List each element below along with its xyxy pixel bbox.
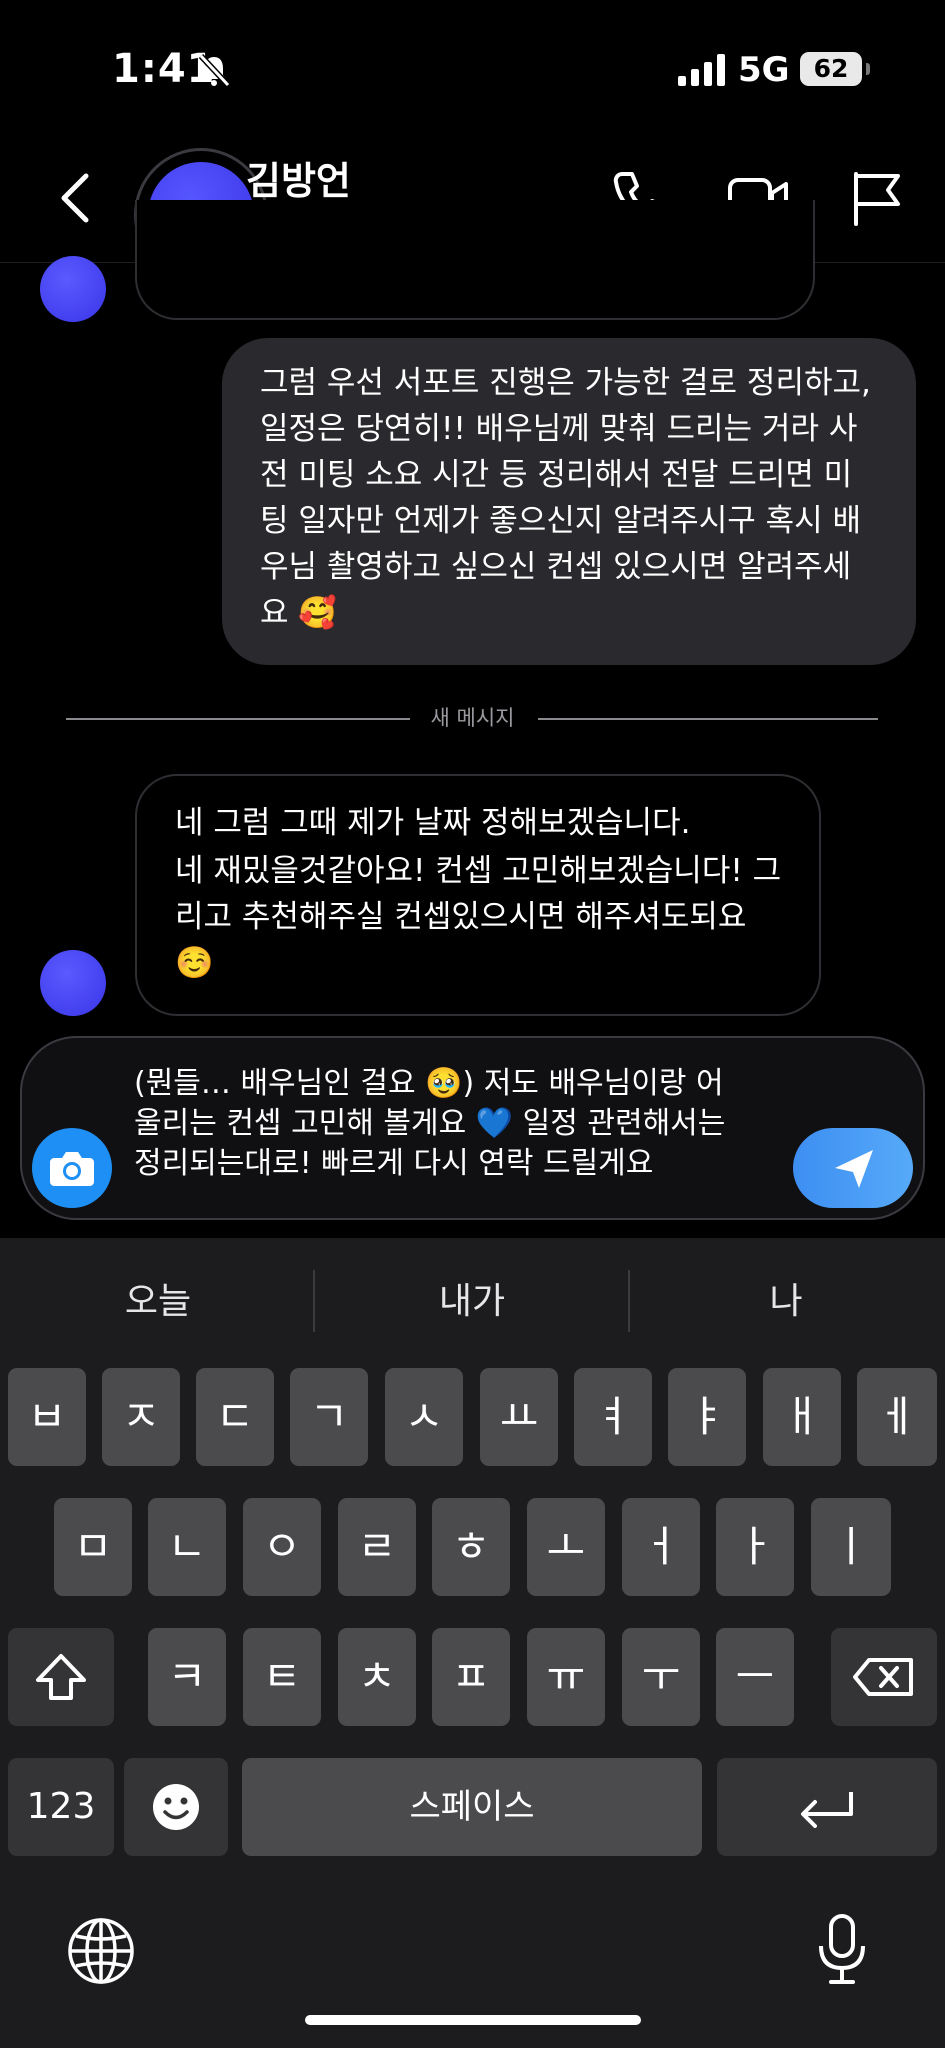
key[interactable]: ㄹ — [338, 1498, 416, 1596]
suggestion-separator — [628, 1270, 630, 1332]
camera-button[interactable] — [32, 1128, 112, 1208]
flag-icon[interactable] — [844, 166, 908, 230]
send-button[interactable] — [793, 1128, 913, 1208]
suggestion[interactable]: 나 — [636, 1272, 936, 1324]
shift-key[interactable] — [8, 1628, 114, 1726]
key[interactable]: ㅣ — [811, 1498, 891, 1596]
key[interactable]: ㄱ — [290, 1368, 368, 1466]
back-chevron-icon[interactable] — [52, 170, 102, 226]
delete-key[interactable] — [831, 1628, 937, 1726]
key[interactable]: ㅏ — [716, 1498, 794, 1596]
key[interactable]: ㅑ — [668, 1368, 746, 1466]
message-bubble-outgoing[interactable]: 그럼 우선 서포트 진행은 가능한 걸로 정리하고, 일정은 당연히!! 배우님… — [222, 338, 916, 665]
suggestion[interactable]: 내가 — [322, 1272, 622, 1324]
suggestion-separator — [313, 1270, 315, 1332]
suggestion[interactable]: 오늘 — [8, 1272, 308, 1324]
message-text: 네 재밌을것같아요! 컨셉 고민해보겠습니다! 그 리고 추천해주실 컨셉있으시… — [175, 853, 782, 981]
signal-icon — [678, 54, 725, 86]
key[interactable]: ㅎ — [432, 1498, 510, 1596]
key[interactable]: ㅓ — [622, 1498, 700, 1596]
message-bubble-incoming[interactable]: 네 그럼 그때 제가 날짜 정해보겠습니다. 네 재밌을것같아요! 컨셉 고민해… — [135, 774, 821, 1016]
battery-indicator: 62 — [800, 52, 870, 86]
globe-icon[interactable] — [66, 1916, 136, 1986]
sender-avatar[interactable] — [40, 256, 106, 322]
key[interactable]: ㅜ — [622, 1628, 700, 1726]
key[interactable]: ㅔ — [857, 1368, 937, 1466]
key[interactable]: ㅊ — [338, 1628, 416, 1726]
numbers-key[interactable]: 123 — [8, 1758, 114, 1856]
key[interactable]: ㅅ — [385, 1368, 463, 1466]
key[interactable]: ㅡ — [716, 1628, 794, 1726]
key[interactable]: ㅛ — [480, 1368, 558, 1466]
key[interactable]: ㄴ — [148, 1498, 226, 1596]
sender-avatar[interactable] — [40, 950, 106, 1016]
network-type: 5G — [738, 50, 790, 90]
message-input[interactable]: (뭔들… 배우님인 걸요 🥹) 저도 배우님이랑 어 울리는 컨셉 고민해 볼게… — [134, 1064, 794, 1184]
key[interactable]: ㅌ — [243, 1628, 321, 1726]
message-text: ㅅㅅ — [173, 200, 230, 216]
message-bubble-incoming[interactable]: ㅅㅅ — [135, 200, 815, 320]
key[interactable]: ㅐ — [763, 1368, 841, 1466]
key[interactable]: ㅂ — [8, 1368, 86, 1466]
key[interactable]: ㅋ — [148, 1628, 226, 1726]
key[interactable]: ㄷ — [196, 1368, 274, 1466]
key[interactable]: ㅠ — [527, 1628, 605, 1726]
backspace-icon — [853, 1658, 913, 1696]
emoji-icon — [153, 1784, 199, 1830]
contact-name[interactable]: 김방언 — [246, 150, 351, 205]
key[interactable]: ㅍ — [432, 1628, 510, 1726]
message-text: 네 그럼 그때 제가 날짜 정해보겠습니다. — [175, 805, 691, 841]
space-key[interactable]: 스페이스 — [242, 1758, 702, 1856]
key[interactable]: ㅗ — [527, 1498, 605, 1596]
return-key[interactable] — [717, 1758, 937, 1856]
key[interactable]: ㅁ — [54, 1498, 132, 1596]
new-messages-divider: 새 메시지 — [430, 706, 515, 730]
shift-icon — [36, 1654, 86, 1700]
send-icon — [835, 1150, 873, 1188]
message-text: 그럼 우선 서포트 진행은 가능한 걸로 정리하고, 일정은 당연히!! 배우님… — [260, 365, 871, 631]
bell-slash-icon — [198, 53, 231, 88]
microphone-icon[interactable] — [807, 1912, 877, 1988]
emoji-key[interactable] — [124, 1758, 228, 1856]
home-indicator[interactable] — [305, 2015, 641, 2025]
key[interactable]: ㅇ — [243, 1498, 321, 1596]
return-icon — [801, 1792, 853, 1828]
camera-icon — [50, 1152, 94, 1186]
key[interactable]: ㅕ — [574, 1368, 652, 1466]
key[interactable]: ㅈ — [102, 1368, 180, 1466]
